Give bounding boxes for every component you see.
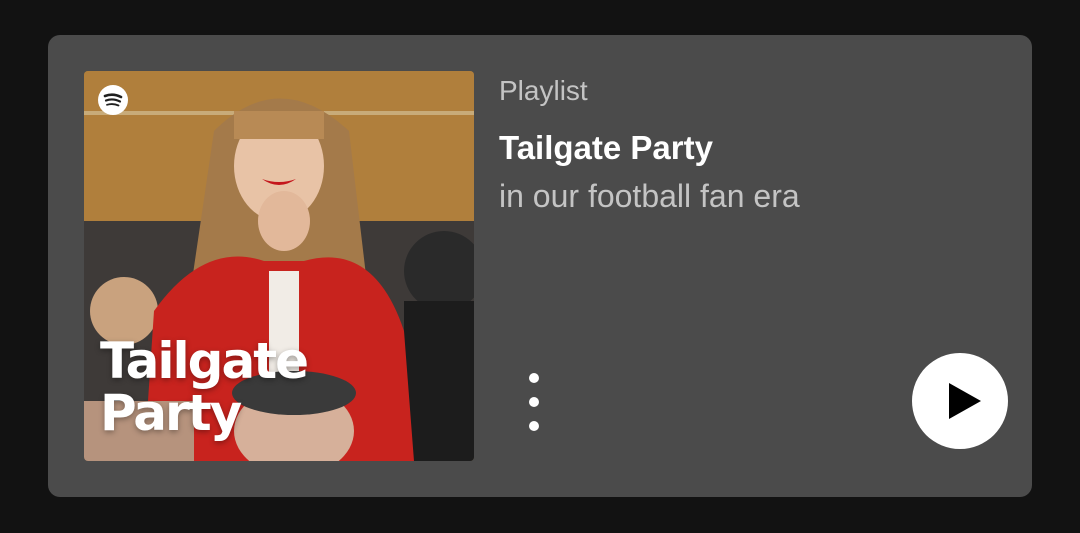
playlist-description: in our football fan era	[499, 178, 800, 214]
cover-title-line2: Party	[100, 384, 242, 442]
playlist-cover-art[interactable]: Tailgate Party	[84, 71, 474, 461]
cover-title: Tailgate Party	[100, 332, 309, 442]
more-vertical-icon	[529, 373, 539, 383]
playlist-card[interactable]: Tailgate Party Playlist Tailgate Party i…	[48, 35, 1032, 497]
playlist-title[interactable]: Tailgate Party	[499, 129, 713, 167]
content-type-label: Playlist	[499, 75, 588, 106]
more-vertical-icon	[529, 421, 539, 431]
spotify-logo-icon	[98, 85, 128, 115]
cover-title-line1: Tailgate	[100, 332, 309, 390]
more-vertical-icon	[529, 397, 539, 407]
play-icon	[949, 383, 981, 419]
play-button[interactable]	[912, 353, 1008, 449]
more-options-button[interactable]	[510, 365, 558, 439]
